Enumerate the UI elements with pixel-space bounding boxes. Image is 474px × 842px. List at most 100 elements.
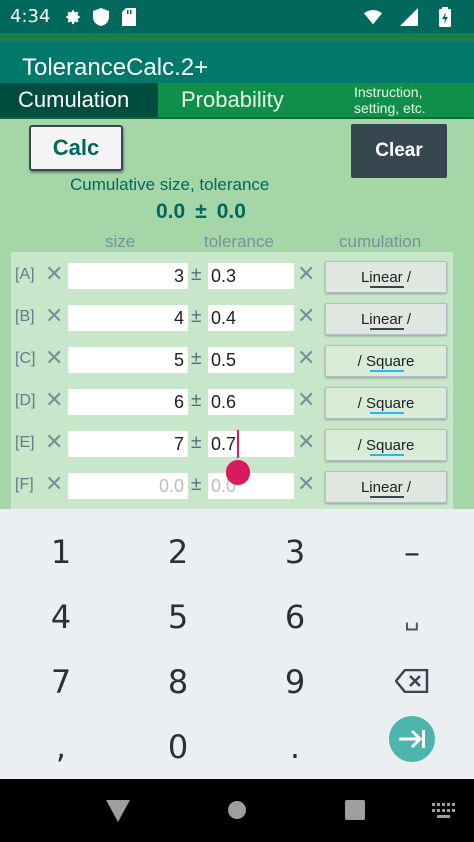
row-label: [B] — [15, 308, 35, 325]
row-label: [D] — [15, 392, 36, 409]
clear-size-icon[interactable]: ✕ — [45, 471, 63, 497]
cumulation-mode-button[interactable]: / Square — [325, 345, 447, 377]
calc-button[interactable]: Calc — [29, 125, 123, 171]
cumulation-mode-label: Linear / — [360, 478, 412, 496]
signal-icon — [400, 7, 418, 26]
key-5[interactable]: 5 — [138, 589, 218, 645]
battery-icon — [436, 6, 454, 27]
navigation-bar — [0, 779, 474, 842]
key-9[interactable]: 9 — [255, 654, 335, 710]
tab-cumulation[interactable]: Cumulation — [0, 83, 158, 117]
plus-minus-icon: ± — [191, 264, 202, 285]
key-space[interactable]: ␣ — [372, 589, 452, 645]
cumulation-mode-label: Linear / — [360, 268, 412, 286]
row-label: [E] — [15, 434, 35, 451]
clear-tolerance-icon[interactable]: ✕ — [297, 345, 315, 371]
sd-card-icon — [120, 7, 138, 26]
result-pm: ± — [195, 200, 207, 223]
tolerance-input[interactable]: 0.5 — [208, 347, 294, 373]
tolerance-input[interactable]: 0.7 — [208, 431, 294, 457]
cursor-handle[interactable] — [225, 455, 251, 485]
plus-minus-icon: ± — [191, 474, 202, 495]
table-row: [B] ✕ 4 ± 0.4 ✕ Linear / — [0, 296, 474, 338]
key-4[interactable]: 4 — [21, 589, 101, 645]
tab-bar: Cumulation Probability Instruction, sett… — [0, 83, 474, 119]
wifi-icon — [364, 8, 382, 26]
column-header-size: size — [105, 232, 136, 251]
key-period[interactable]: . — [255, 719, 335, 775]
tab-instruction-line1: Instruction, — [354, 84, 423, 100]
tab-instruction[interactable]: Instruction, setting, etc. — [354, 83, 426, 117]
home-icon[interactable] — [227, 800, 247, 825]
clear-tolerance-icon[interactable]: ✕ — [297, 429, 315, 455]
cumulation-mode-button[interactable]: Linear / — [325, 303, 447, 335]
plus-minus-icon: ± — [191, 390, 202, 411]
row-label: [C] — [15, 350, 36, 367]
back-icon[interactable] — [106, 800, 130, 827]
key-minus[interactable]: – — [372, 524, 452, 580]
result-tolerance: 0.0 — [216, 200, 246, 223]
row-label: [F] — [15, 476, 34, 493]
shield-icon — [92, 7, 110, 26]
key-3[interactable]: 3 — [255, 524, 335, 580]
size-input[interactable]: 6 — [68, 389, 188, 415]
clear-size-icon[interactable]: ✕ — [45, 261, 63, 287]
app-title: ToleranceCalc.2+ — [22, 54, 209, 81]
text-cursor — [237, 430, 239, 458]
tolerance-input[interactable]: 0.6 — [208, 389, 294, 415]
cumulation-mode-label: Linear / — [360, 310, 412, 328]
cumulation-mode-label: / Square — [357, 352, 415, 370]
clear-tolerance-icon[interactable]: ✕ — [297, 303, 315, 329]
size-input[interactable]: 5 — [68, 347, 188, 373]
key-2[interactable]: 2 — [138, 524, 218, 580]
table-row: [A] ✕ 3 ± 0.3 ✕ Linear / — [0, 254, 474, 296]
size-input[interactable]: 3 — [68, 263, 188, 289]
cumulation-mode-label: / Square — [357, 436, 415, 454]
tab-probability[interactable]: Probability — [181, 83, 284, 117]
clear-tolerance-icon[interactable]: ✕ — [297, 261, 315, 287]
clear-tolerance-icon[interactable]: ✕ — [297, 387, 315, 413]
app-bar: ToleranceCalc.2+ — [0, 33, 474, 83]
cumulation-mode-button[interactable]: Linear / — [325, 471, 447, 503]
column-header-cumulation: cumulation — [339, 232, 422, 251]
backspace-icon — [394, 663, 429, 701]
numeric-keyboard: 1 2 3 – 4 5 6 ␣ 7 8 9 , 0 . — [0, 509, 474, 779]
plus-minus-icon: ± — [191, 348, 202, 369]
key-comma[interactable]: , — [21, 719, 101, 775]
key-0[interactable]: 0 — [138, 719, 218, 775]
settings-icon — [64, 8, 82, 26]
clear-tolerance-icon[interactable]: ✕ — [297, 471, 315, 497]
table-row: [C] ✕ 5 ± 0.5 ✕ / Square — [0, 338, 474, 380]
clear-size-icon[interactable]: ✕ — [45, 387, 63, 413]
cumulation-mode-button[interactable]: / Square — [325, 387, 447, 419]
plus-minus-icon: ± — [191, 306, 202, 327]
key-1[interactable]: 1 — [21, 524, 101, 580]
cumulation-mode-button[interactable]: Linear / — [325, 261, 447, 293]
size-input[interactable]: 0.0 — [68, 473, 188, 499]
clear-button[interactable]: Clear — [351, 124, 447, 178]
key-backspace[interactable] — [372, 654, 452, 710]
key-8[interactable]: 8 — [138, 654, 218, 710]
size-input[interactable]: 4 — [68, 305, 188, 331]
table-row: [D] ✕ 6 ± 0.6 ✕ / Square — [0, 380, 474, 422]
status-bar: 4:34 — [0, 0, 474, 33]
key-next[interactable] — [389, 716, 435, 762]
next-field-icon — [397, 720, 427, 758]
recents-icon[interactable] — [345, 800, 365, 825]
keyboard-switch-icon[interactable] — [432, 803, 456, 824]
tolerance-input[interactable]: 0.3 — [208, 263, 294, 289]
tolerance-input[interactable]: 0.0 — [208, 473, 294, 499]
size-input[interactable]: 7 — [68, 431, 188, 457]
tab-instruction-line2: setting, etc. — [354, 100, 426, 116]
key-6[interactable]: 6 — [255, 589, 335, 645]
clear-size-icon[interactable]: ✕ — [45, 429, 63, 455]
clear-size-icon[interactable]: ✕ — [45, 345, 63, 371]
key-7[interactable]: 7 — [21, 654, 101, 710]
tolerance-input[interactable]: 0.4 — [208, 305, 294, 331]
status-time: 4:34 — [10, 6, 51, 27]
column-header-tolerance: tolerance — [204, 232, 274, 251]
cumulation-mode-button[interactable]: / Square — [325, 429, 447, 461]
cumulation-mode-label: / Square — [357, 394, 415, 412]
clear-size-icon[interactable]: ✕ — [45, 303, 63, 329]
result-value: 0.0 ± 0.0 — [156, 200, 246, 224]
